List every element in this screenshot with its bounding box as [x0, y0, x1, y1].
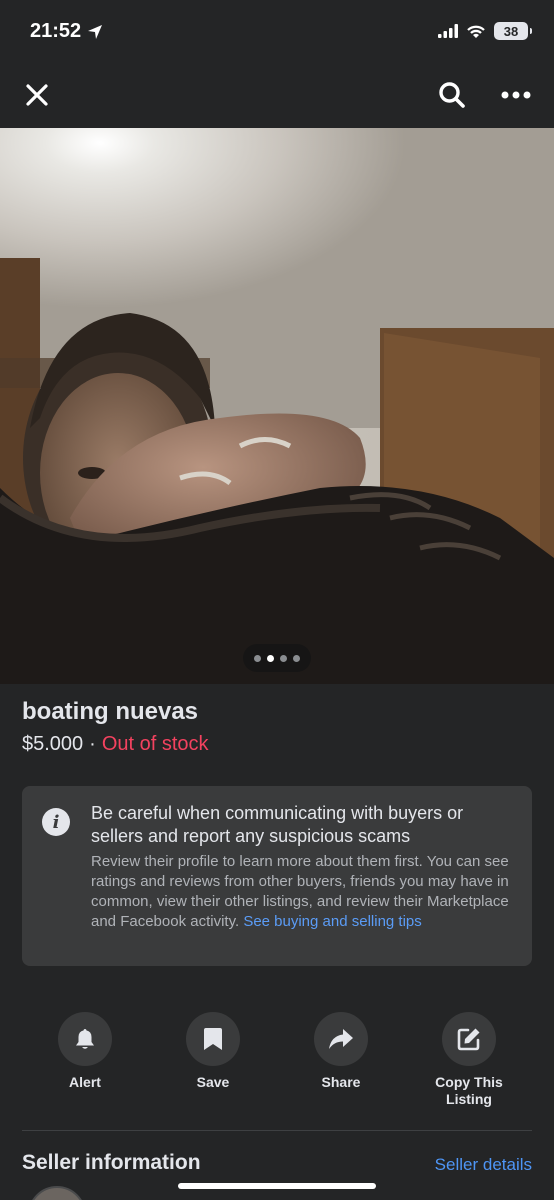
safety-warning-card: i Be careful when communicating with buy…	[22, 786, 532, 966]
more-options-button[interactable]	[497, 76, 535, 114]
home-indicator[interactable]	[178, 1183, 376, 1189]
cellular-signal-icon	[438, 24, 458, 38]
search-icon	[439, 82, 465, 108]
save-button[interactable]: Save	[158, 1012, 268, 1091]
alert-label: Alert	[69, 1074, 101, 1090]
listing-title: boating nuevas	[22, 698, 199, 725]
close-icon	[26, 84, 48, 106]
alert-button[interactable]: Alert	[30, 1012, 140, 1091]
pager-dot-active	[267, 654, 274, 662]
battery-indicator: 38	[494, 22, 532, 40]
share-label: Share	[321, 1074, 361, 1090]
image-pager[interactable]	[243, 644, 311, 672]
status-bar: 21:52 38	[0, 0, 554, 62]
listing-photo[interactable]	[0, 128, 554, 684]
wifi-icon	[467, 25, 485, 38]
listing-photo-image	[0, 128, 554, 684]
top-nav	[0, 62, 554, 128]
stock-status: Out of stock	[101, 733, 209, 755]
pager-dot	[254, 654, 261, 662]
pager-dot	[280, 654, 287, 662]
share-button[interactable]: Share	[286, 1012, 396, 1091]
price-row: $5.000 · Out of stock	[22, 733, 209, 756]
status-indicators: 38	[438, 22, 532, 40]
close-button[interactable]	[18, 76, 56, 114]
more-icon	[501, 91, 531, 99]
pager-dot	[293, 654, 300, 662]
info-icon: i	[42, 808, 70, 836]
seller-details-link[interactable]: Seller details	[435, 1155, 532, 1175]
seller-info-title: Seller information	[22, 1151, 201, 1174]
copy-listing-button-circle[interactable]	[442, 1012, 496, 1066]
listing-price: $5.000	[22, 733, 84, 755]
copy-listing-button[interactable]: Copy This Listing	[414, 1012, 524, 1108]
status-time-group: 21:52	[30, 20, 103, 43]
search-button[interactable]	[433, 76, 471, 114]
bell-icon	[76, 1029, 94, 1049]
share-button-circle[interactable]	[314, 1012, 368, 1066]
warning-body: Review their profile to learn more about…	[91, 852, 511, 932]
share-icon	[329, 1029, 353, 1049]
location-arrow-icon	[88, 24, 103, 39]
seller-avatar[interactable]	[28, 1186, 86, 1200]
alert-button-circle[interactable]	[58, 1012, 112, 1066]
bookmark-icon	[204, 1028, 222, 1050]
edit-icon	[457, 1028, 480, 1051]
price-separator: ·	[89, 733, 96, 755]
copy-listing-label: Copy This Listing	[435, 1074, 503, 1107]
save-label: Save	[196, 1074, 230, 1090]
status-time: 21:52	[30, 20, 82, 42]
buying-selling-tips-link[interactable]: See buying and selling tips	[243, 913, 421, 930]
save-button-circle[interactable]	[186, 1012, 240, 1066]
listing-actions: Alert Save Share Copy This Listing	[0, 1012, 554, 1112]
warning-heading: Be careful when communicating with buyer…	[91, 803, 464, 846]
section-divider	[22, 1130, 532, 1131]
